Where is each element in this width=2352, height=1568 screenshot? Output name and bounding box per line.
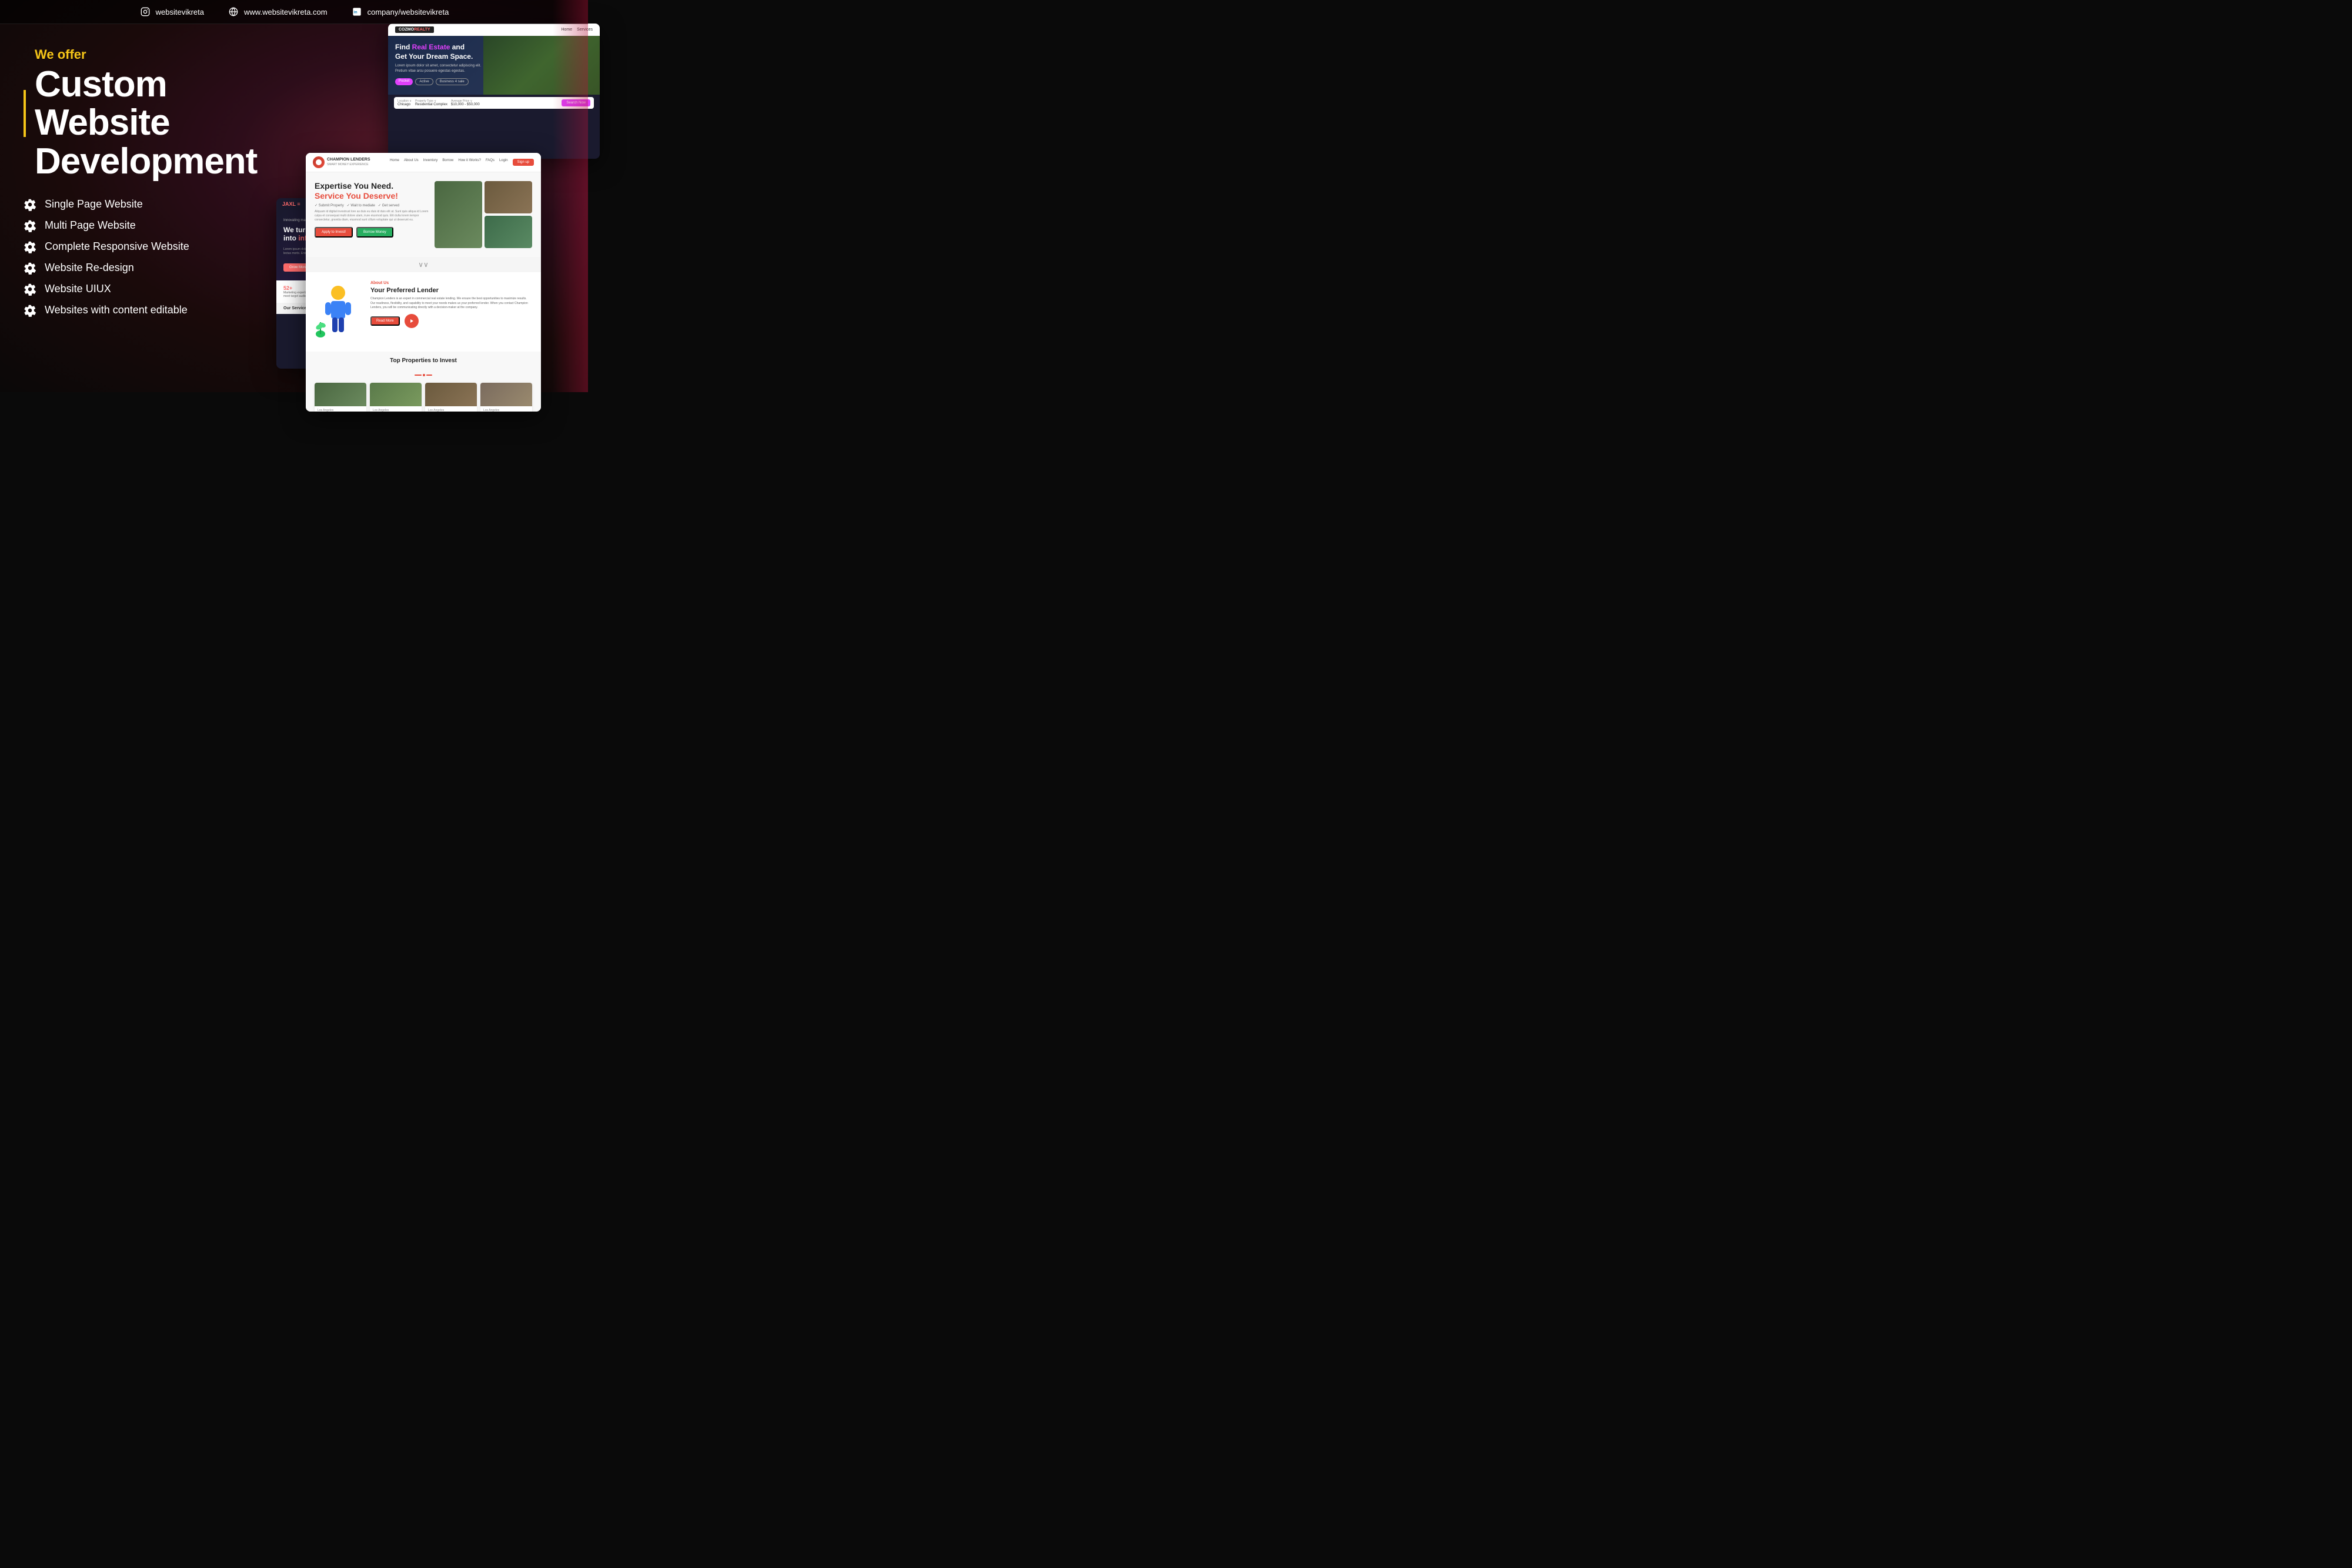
about-text: About Us Your Preferred Lender Champion …	[370, 281, 532, 343]
lending-nav-links: Home About Us Inventory Borrow How it Wo…	[390, 159, 534, 166]
lending-screenshot: CHAMPION LENDERSSMART MONEY EXPERIENCE H…	[306, 153, 541, 412]
gear-icon-5	[24, 283, 36, 296]
website-url: www.websitevikreta.com	[244, 8, 328, 16]
mkt-logo: JAXL ≡	[282, 201, 300, 207]
property-card-img-1	[315, 383, 366, 406]
lending-hero-left: Expertise You Need.Service You Deserve! …	[315, 181, 429, 248]
property-card-img-4	[480, 383, 532, 406]
re-tab-active[interactable]: Active	[415, 78, 433, 85]
instagram-link[interactable]: websitevikreta	[139, 6, 204, 18]
service-item-2: Multi Page Website	[24, 219, 300, 232]
chevron-down-icon: ∨∨	[418, 260, 429, 269]
re-location-field[interactable]: Location ∨ Chicago	[397, 99, 412, 106]
instagram-icon	[139, 6, 151, 18]
property-card-img-3	[425, 383, 477, 406]
lending-logo-text: CHAMPION LENDERSSMART MONEY EXPERIENCE	[327, 158, 370, 166]
lending-hero-title: Expertise You Need.Service You Deserve!	[315, 181, 429, 201]
lending-nav: CHAMPION LENDERSSMART MONEY EXPERIENCE H…	[306, 153, 541, 172]
about-desc: Champion Lenders is an expert in commerc…	[370, 297, 532, 310]
gear-icon-4	[24, 262, 36, 275]
lending-apply-btn[interactable]: Apply to Invest!	[315, 227, 353, 238]
lending-about: About Us Your Preferred Lender Champion …	[306, 272, 541, 352]
gear-icon-1	[24, 198, 36, 211]
about-illustration	[315, 281, 362, 343]
lending-signup-btn[interactable]: Sign up	[513, 159, 534, 166]
re-property-type-field[interactable]: Property Type ∨ Residential Complex	[415, 99, 447, 106]
property-img-3	[485, 216, 532, 248]
re-price-field[interactable]: Average Price ∨ $10,000 - $50,000	[451, 99, 480, 106]
headline-text-block: We offer Custom Website Development	[35, 47, 300, 180]
svg-text:in: in	[353, 11, 357, 15]
linkedin-link[interactable]: in company/websitevikreta	[351, 6, 449, 18]
property-img-2	[485, 181, 532, 213]
service-item-5: Website UIUX	[24, 283, 300, 296]
main-content: We offer Custom Website Development Sing…	[0, 29, 588, 392]
property-card-img-2	[370, 383, 422, 406]
we-offer-label: We offer	[35, 47, 300, 62]
property-card-2: Los Angeles Residential 🛏 4%🚿 5% $3,890,…	[370, 383, 422, 412]
main-title: Custom Website Development	[35, 65, 300, 180]
globe-icon	[228, 6, 239, 18]
property-card-1: Los Angeles Residential 🛏 4%🚿 5% $3,890,…	[315, 383, 366, 412]
about-read-more-btn[interactable]: Read More	[370, 316, 400, 326]
service-item-3: Complete Responsive Website	[24, 240, 300, 253]
property-img-1	[435, 181, 482, 248]
property-card-4: Los Angeles Residential 🛏 4%🚿 5% $3,890,…	[480, 383, 532, 412]
top-properties-section: Top Properties to Invest Los Angeles Res…	[306, 352, 541, 412]
gear-icon-3	[24, 240, 36, 253]
about-title: Your Preferred Lender	[370, 287, 532, 294]
linkedin-handle: company/websitevikreta	[368, 8, 449, 16]
gear-icon-6	[24, 304, 36, 317]
about-label: About Us	[370, 281, 532, 285]
yellow-accent-bar	[24, 90, 26, 137]
properties-grid: Los Angeles Residential 🛏 4%🚿 5% $3,890,…	[315, 383, 532, 412]
side-gradient-decoration	[553, 0, 588, 392]
service-item-6: Websites with content editable	[24, 304, 300, 317]
service-item-1: Single Page Website	[24, 198, 300, 211]
instagram-handle: websitevikreta	[156, 8, 204, 16]
hero-headline: We offer Custom Website Development	[24, 47, 300, 180]
top-header: websitevikreta www.websitevikreta.com in…	[0, 0, 588, 24]
lending-btns: Apply to Invest! Borrow Money	[315, 227, 429, 238]
lending-hero: Expertise You Need.Service You Deserve! …	[306, 172, 541, 257]
left-panel: We offer Custom Website Development Sing…	[0, 29, 323, 392]
lending-borrow-btn[interactable]: Borrow Money	[356, 227, 393, 238]
service-item-4: Website Re-design	[24, 262, 300, 275]
re-tab-business[interactable]: Business 4 sale	[436, 78, 469, 85]
lending-logo-icon	[313, 156, 325, 168]
lending-logo-area: CHAMPION LENDERSSMART MONEY EXPERIENCE	[313, 156, 370, 168]
services-list: Single Page Website Multi Page Website C…	[24, 198, 300, 317]
lending-divider: ∨∨	[306, 257, 541, 272]
re-logo: COZMOREALTY	[395, 26, 434, 33]
lending-subtitle: ✓ Submit Property ✓ Wait to mediate ✓ Ge…	[315, 203, 429, 208]
top-properties-title: Top Properties to Invest	[315, 357, 532, 364]
lending-hero-right	[435, 181, 533, 248]
gear-icon-2	[24, 219, 36, 232]
re-tab-pocket[interactable]: Pocket	[395, 78, 413, 85]
website-link[interactable]: www.websitevikreta.com	[228, 6, 328, 18]
right-panel: COZMOREALTY Home Services Find Real Esta…	[323, 29, 588, 392]
linkedin-icon: in	[351, 6, 363, 18]
lending-desc: Aliquam id digital investrust lore as du…	[315, 210, 429, 222]
property-card-3: Los Angeles Residential 🛏 4%🚿 5% $3,890,…	[425, 383, 477, 412]
